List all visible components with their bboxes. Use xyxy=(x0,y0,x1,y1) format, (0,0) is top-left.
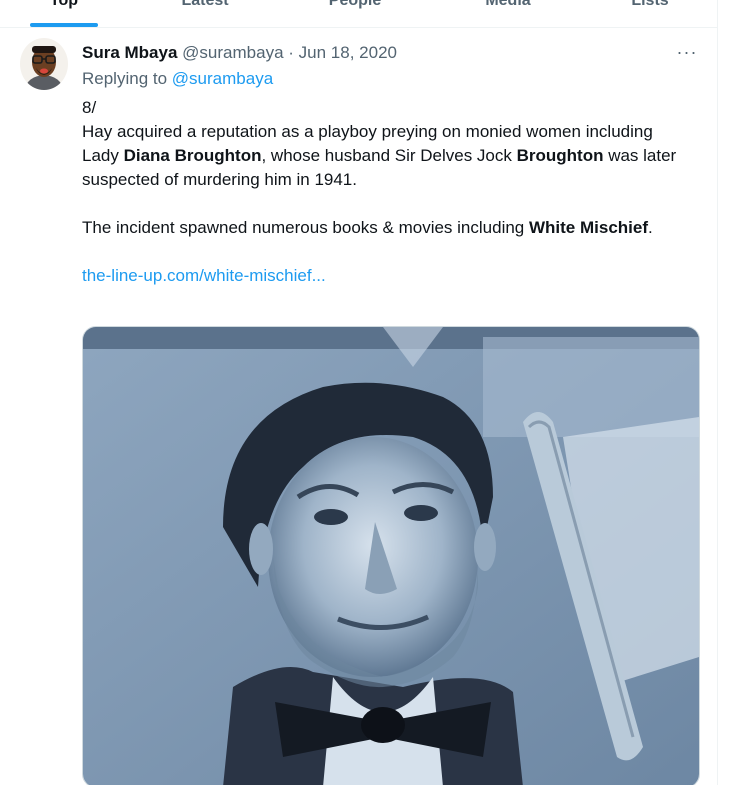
display-name[interactable]: Sura Mbaya xyxy=(82,43,177,62)
tab-media[interactable]: Media xyxy=(468,0,548,10)
tweet-text: 8/ Hay acquired a reputation as a playbo… xyxy=(82,96,692,288)
p1-text-b: , whose husband Sir Delves Jock xyxy=(261,146,517,165)
tweet-date[interactable]: Jun 18, 2020 xyxy=(299,43,397,62)
thread-number: 8/ xyxy=(82,98,97,117)
cartoon-avatar-icon xyxy=(20,38,68,90)
p2-bold: White Mischief xyxy=(528,218,648,237)
p2-text-a: The incident spawned numerous books & mo… xyxy=(82,218,529,237)
replying-to-line: Replying to @surambaya xyxy=(82,69,273,89)
replying-to-handle[interactable]: @surambaya xyxy=(172,69,273,88)
user-handle[interactable]: @surambaya xyxy=(182,43,283,62)
timeline-column: Top Latest People Media Lists Sura Mbaya… xyxy=(0,0,718,785)
tab-lists[interactable]: Lists xyxy=(610,0,690,10)
active-tab-indicator xyxy=(30,23,98,27)
tweet-header: Sura Mbaya @surambaya · Jun 18, 2020 xyxy=(82,43,397,63)
tweet-paragraph-2: The incident spawned numerous books & mo… xyxy=(82,216,692,240)
tab-people[interactable]: People xyxy=(315,0,395,10)
tab-latest[interactable]: Latest xyxy=(165,0,245,10)
more-horizontal-icon[interactable]: ··· xyxy=(673,42,701,66)
p1-bold-b: Broughton xyxy=(516,146,604,165)
header-separator: · xyxy=(288,43,294,62)
avatar[interactable] xyxy=(20,38,68,90)
p1-bold-a: Diana Broughton xyxy=(123,146,262,165)
tweet-photo[interactable] xyxy=(82,326,700,785)
p2-text-b: . xyxy=(648,218,653,237)
tweet-link[interactable]: the-line-up.com/white-mischief... xyxy=(82,266,326,285)
replying-to-label: Replying to xyxy=(82,69,168,88)
portrait-photo xyxy=(83,327,699,785)
search-tabs: Top Latest People Media Lists xyxy=(0,0,717,28)
tweet-paragraph-1: Hay acquired a reputation as a playboy p… xyxy=(82,120,692,192)
tab-top[interactable]: Top xyxy=(30,0,98,10)
